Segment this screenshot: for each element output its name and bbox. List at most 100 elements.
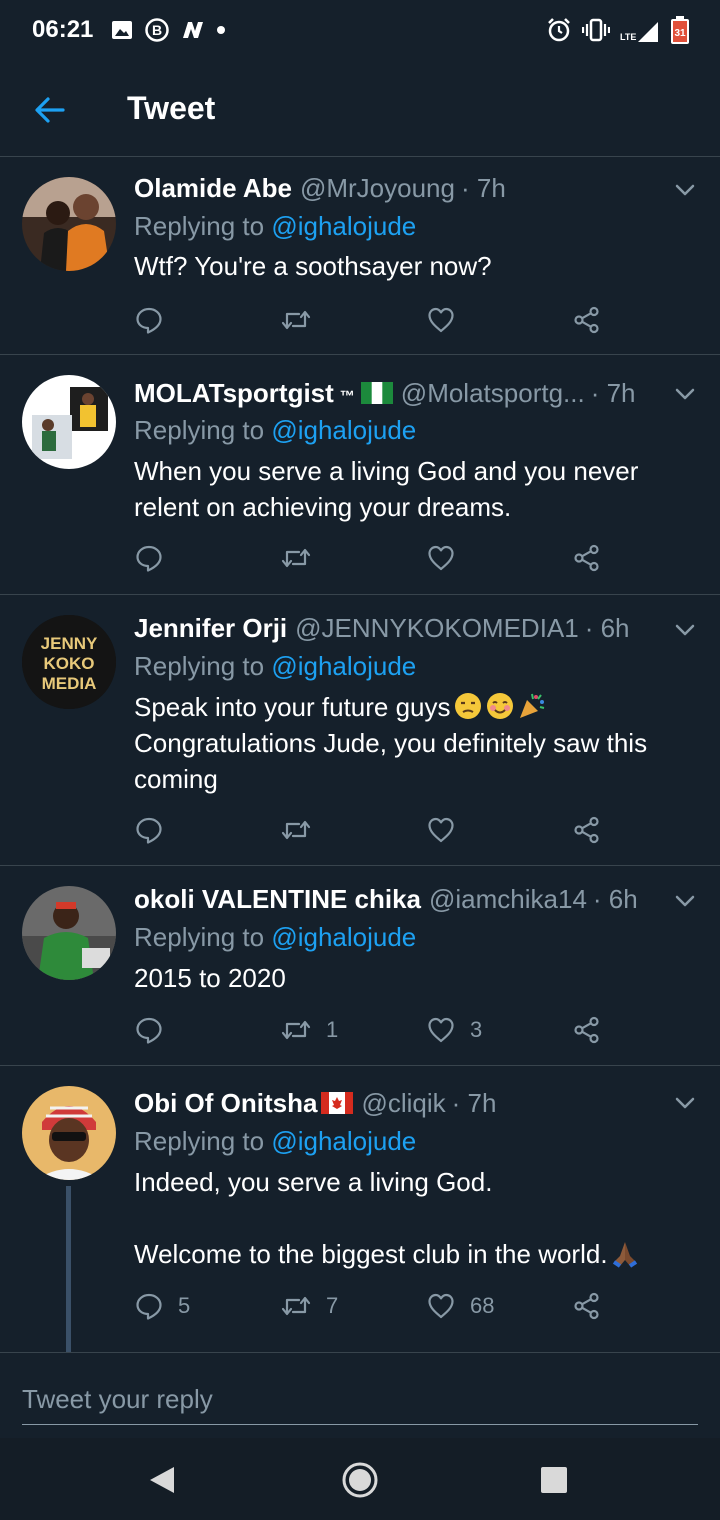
- tweet-item[interactable]: JENNY KOKO MEDIA Jennifer Orji @JENNYKOK…: [0, 595, 720, 866]
- svg-text:B: B: [152, 22, 162, 38]
- tweet-item[interactable]: Obi Of Onitsha @cliqik · 7h Replying to …: [0, 1066, 720, 1352]
- avatar[interactable]: [22, 177, 116, 271]
- retweet-button[interactable]: 1: [280, 1012, 338, 1048]
- display-name[interactable]: Olamide Abe: [134, 170, 292, 206]
- username[interactable]: @Molatsportg...: [401, 375, 585, 411]
- back-button[interactable]: [30, 90, 70, 130]
- retweet-icon: [281, 820, 311, 840]
- tweet-actions: [134, 302, 614, 338]
- heart-icon: [428, 545, 454, 571]
- mention-link[interactable]: @ighalojude: [271, 1126, 416, 1156]
- avatar[interactable]: [22, 1086, 116, 1180]
- display-name[interactable]: Jennifer Orji: [134, 610, 287, 646]
- chevron-down-icon[interactable]: [672, 617, 698, 643]
- n-icon: [180, 18, 206, 42]
- tweet-actions: 5 7 68: [134, 1288, 614, 1324]
- reply-button[interactable]: [134, 1012, 178, 1048]
- tweet-time: · 7h: [590, 378, 636, 408]
- nav-home-button[interactable]: [338, 1458, 382, 1502]
- status-right-icons: LTE 31: [546, 14, 690, 46]
- retweet-button[interactable]: 7: [280, 1288, 338, 1324]
- comment-icon: [136, 817, 162, 844]
- share-icon: [574, 544, 599, 572]
- alarm-icon: [546, 17, 572, 43]
- status-left-icons: B: [110, 16, 226, 44]
- comment-icon: [136, 1293, 162, 1320]
- reply-input[interactable]: [22, 1375, 698, 1425]
- mention-link[interactable]: @ighalojude: [271, 415, 416, 445]
- reply-button[interactable]: [134, 302, 178, 338]
- replying-to: Replying to @ighalojude: [134, 412, 416, 448]
- reply-button[interactable]: 5: [134, 1288, 190, 1324]
- avatar[interactable]: [22, 886, 116, 980]
- share-icon: [574, 1292, 599, 1320]
- nav-back-button[interactable]: [140, 1458, 184, 1502]
- like-count: 3: [470, 1017, 483, 1042]
- share-button[interactable]: [572, 1012, 602, 1048]
- tweet-item[interactable]: okoli VALENTINE chika @iamchika14 · 6h R…: [0, 866, 720, 1066]
- vibrate-icon: [582, 17, 610, 43]
- nav-recents-button[interactable]: [532, 1458, 576, 1502]
- heart-icon: [428, 1017, 454, 1043]
- battery-level: 31: [674, 28, 686, 39]
- replying-label: Replying to: [134, 922, 265, 952]
- share-button[interactable]: [572, 812, 602, 848]
- tweet-text-line: Welcome to the biggest club in the world…: [134, 1239, 608, 1269]
- chevron-down-icon[interactable]: [672, 888, 698, 914]
- recents-square-icon: [541, 1467, 567, 1493]
- chevron-down-icon[interactable]: [672, 177, 698, 203]
- display-name[interactable]: okoli VALENTINE chika: [134, 881, 421, 917]
- username[interactable]: @cliqik: [361, 1085, 445, 1121]
- avatar[interactable]: [22, 375, 116, 469]
- chevron-down-icon[interactable]: [672, 381, 698, 407]
- tweet-text: Speak into your future guys Congratulati…: [134, 689, 700, 797]
- reply-button[interactable]: [134, 812, 178, 848]
- mention-link[interactable]: @ighalojude: [271, 211, 416, 241]
- mention-link[interactable]: @ighalojude: [271, 651, 416, 681]
- dot-icon: [216, 25, 226, 35]
- chevron-down-icon[interactable]: [672, 1090, 698, 1116]
- unamused-face-icon: [454, 693, 481, 719]
- tweet-text: Wtf? You're a soothsayer now?: [134, 251, 492, 281]
- replying-label: Replying to: [134, 415, 265, 445]
- reply-button[interactable]: [134, 540, 178, 576]
- tweet-time: · 7h: [451, 1088, 497, 1118]
- display-name[interactable]: Obi Of Onitsha: [134, 1085, 317, 1121]
- display-name[interactable]: MOLATsportgist: [134, 375, 334, 411]
- like-button[interactable]: 3: [426, 1012, 482, 1048]
- username[interactable]: @iamchika14: [429, 881, 587, 917]
- tweet-actions: [134, 812, 614, 848]
- tweet-item[interactable]: MOLATsportgist ™ @Molatsportg... · 7h Re…: [0, 355, 720, 595]
- share-button[interactable]: [572, 302, 602, 338]
- tweet-actions: [134, 540, 614, 576]
- replying-label: Replying to: [134, 651, 265, 681]
- tweet-header: Jennifer Orji @JENNYKOKOMEDIA1 · 6h: [134, 610, 654, 646]
- retweet-count: 7: [326, 1293, 339, 1318]
- mention-link[interactable]: @ighalojude: [271, 922, 416, 952]
- like-button[interactable]: [426, 812, 470, 848]
- retweet-button[interactable]: [280, 302, 326, 338]
- share-icon: [574, 1016, 599, 1044]
- username[interactable]: @MrJoyoung: [300, 170, 455, 206]
- page-title: Tweet: [127, 90, 216, 126]
- thread-line: [66, 1186, 71, 1352]
- like-button[interactable]: [426, 540, 470, 576]
- username[interactable]: @JENNYKOKOMEDIA1: [295, 610, 579, 646]
- status-bar: 06:21 B LTE 31: [0, 0, 720, 62]
- avatar[interactable]: JENNY KOKO MEDIA: [22, 615, 116, 709]
- like-button[interactable]: 68: [426, 1288, 494, 1324]
- retweet-button[interactable]: [280, 812, 326, 848]
- retweet-icon: [281, 1020, 311, 1040]
- system-nav-bar: [0, 1438, 720, 1520]
- like-button[interactable]: [426, 302, 470, 338]
- back-triangle-icon: [150, 1467, 174, 1493]
- tweet-item[interactable]: Olamide Abe @MrJoyoung · 7h Replying to …: [0, 157, 720, 355]
- replying-label: Replying to: [134, 1126, 265, 1156]
- avatar-text-1: JENNY: [41, 634, 98, 653]
- tweet-time: · 7h: [460, 173, 506, 203]
- share-button[interactable]: [572, 1288, 602, 1324]
- replying-to: Replying to @ighalojude: [134, 208, 416, 244]
- retweet-button[interactable]: [280, 540, 326, 576]
- retweet-icon: [281, 310, 311, 330]
- share-button[interactable]: [572, 540, 602, 576]
